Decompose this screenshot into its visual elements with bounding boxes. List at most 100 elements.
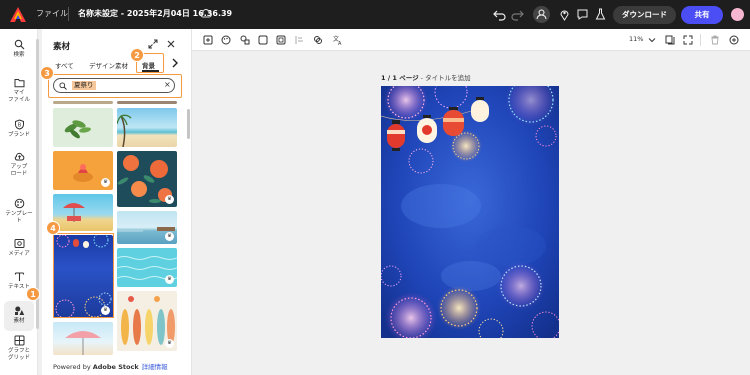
callout-badge-4: 4 — [46, 221, 60, 235]
share-button[interactable]: 共有 — [681, 6, 723, 24]
search-query: 夏祭り — [72, 81, 96, 90]
background-thumbnail[interactable]: ♛ — [117, 211, 177, 244]
layers-icon[interactable] — [313, 35, 323, 45]
background-thumbnail[interactable]: ♛ — [53, 151, 113, 190]
rail-label: テンプレー ト — [5, 211, 33, 224]
canvas-toolbar: 文A 11% — [192, 29, 750, 51]
upload-icon — [14, 152, 24, 161]
location-pin-icon[interactable] — [558, 8, 571, 21]
collaborator-icon[interactable] — [533, 6, 550, 23]
chevron-down-icon[interactable] — [648, 36, 656, 44]
top-bar: ファイル 名称未設定 - 2025年2月04日 16.36.39 ダウンロード … — [0, 0, 750, 29]
elements-icon — [14, 306, 24, 315]
add-frame-icon[interactable] — [203, 35, 213, 45]
rail-item-search[interactable]: 検索 — [0, 39, 38, 59]
premium-badge-icon: ♛ — [165, 232, 174, 241]
grid-icon — [14, 335, 24, 346]
brand-icon: B — [14, 119, 24, 130]
rail-label: 検索 — [13, 52, 25, 58]
background-thumbnail[interactable] — [117, 108, 177, 147]
rail-label: アップ ロード — [10, 164, 28, 177]
comment-icon[interactable] — [576, 8, 589, 21]
panel-footer: Powered by Adobe Stock 詳細情報 — [53, 361, 168, 371]
background-thumbnail[interactable] — [53, 322, 113, 355]
rail-item-upload[interactable]: アップ ロード — [0, 151, 38, 178]
callout-highlight — [53, 233, 114, 318]
premium-badge-icon: ♛ — [165, 275, 174, 284]
chevron-right-icon[interactable] — [171, 58, 179, 68]
divider — [700, 34, 701, 46]
adobe-stock-brand: Adobe Stock — [92, 363, 139, 371]
rail-item-templates[interactable]: テンプレー ト — [0, 198, 38, 225]
redo-icon[interactable] — [511, 8, 524, 21]
user-avatar[interactable] — [729, 6, 746, 23]
svg-text:B: B — [17, 123, 21, 129]
design-page[interactable] — [381, 86, 559, 338]
callout-badge-1: 1 — [26, 287, 40, 301]
background-thumbnail[interactable] — [117, 101, 177, 104]
rail-label: マイ ファイル — [7, 90, 30, 103]
close-icon[interactable] — [166, 39, 176, 49]
rail-item-brand[interactable]: B ブランド — [0, 119, 38, 139]
rail-label: ブランド — [7, 132, 30, 138]
rail-label: 素材 — [13, 318, 25, 324]
translate-icon[interactable]: 文A — [333, 35, 343, 45]
search-input[interactable]: 夏祭り × — [53, 78, 175, 93]
crop-icon[interactable] — [276, 35, 286, 45]
powered-by-text: Powered by — [53, 363, 93, 371]
premium-badge-icon: ♛ — [101, 178, 110, 187]
elements-panel: 素材 すべて デザイン素材 背景 夏祭り × ♛ ♛ ♛ ♛ ♛ ♛ Power… — [42, 29, 192, 375]
adobe-express-logo-icon[interactable] — [10, 7, 26, 22]
media-icon — [14, 239, 24, 248]
template-icon — [14, 198, 24, 209]
rail-label: メディア — [8, 251, 30, 257]
tab-all[interactable]: すべて — [55, 60, 74, 70]
panel-title: 素材 — [53, 42, 71, 52]
background-thumbnail[interactable]: ♛ — [117, 248, 177, 287]
shapes-icon[interactable] — [240, 35, 250, 45]
search-icon — [59, 82, 67, 90]
undo-icon[interactable] — [493, 8, 506, 21]
premium-badge-icon: ♛ — [165, 195, 174, 204]
rail-item-charts-grids[interactable]: グラフと グリッド — [0, 335, 38, 362]
add-page-icon[interactable] — [729, 35, 739, 45]
premium-badge-icon: ♛ — [165, 339, 174, 348]
page-number: 1 / 1 ページ — [381, 74, 419, 82]
divider — [68, 7, 69, 21]
callout-badge-3: 3 — [40, 66, 54, 80]
rectangle-icon[interactable] — [258, 35, 268, 45]
panel-scrollbar[interactable] — [187, 109, 190, 139]
pages-icon[interactable] — [665, 35, 675, 45]
background-thumbnail[interactable]: ♛ — [117, 291, 177, 351]
background-thumbnail[interactable] — [53, 194, 113, 231]
align-icon[interactable] — [295, 35, 305, 45]
callout-badge-2: 2 — [130, 48, 144, 62]
download-button[interactable]: ダウンロード — [613, 6, 676, 24]
files-menu[interactable]: ファイル — [36, 8, 68, 19]
text-icon — [14, 272, 24, 281]
fullscreen-icon[interactable] — [683, 35, 693, 45]
flask-icon[interactable] — [594, 8, 607, 21]
cloud-sync-icon[interactable] — [200, 8, 212, 20]
folder-icon — [14, 79, 24, 88]
rail-item-elements[interactable]: 素材 — [0, 301, 38, 331]
search-icon — [14, 39, 24, 50]
zoom-level[interactable]: 11% — [629, 35, 643, 43]
page-label[interactable]: 1 / 1 ページ - タイトルを追加 — [381, 72, 471, 82]
palette-icon[interactable] — [221, 35, 231, 45]
rail-scrollbar[interactable] — [36, 39, 39, 329]
svg-text:A: A — [338, 41, 342, 45]
trash-icon[interactable] — [710, 35, 720, 45]
background-thumbnail[interactable] — [53, 101, 113, 104]
rail-item-media[interactable]: メディア — [0, 238, 38, 258]
learn-more-link[interactable]: 詳細情報 — [142, 363, 168, 371]
rail-item-my-files[interactable]: マイ ファイル — [0, 77, 38, 104]
left-rail: 検索 マイ ファイル B ブランド アップ ロード テンプレー ト メディア テ… — [0, 29, 39, 375]
page-title-placeholder[interactable]: - タイトルを追加 — [421, 74, 471, 82]
clear-search-icon[interactable]: × — [164, 80, 171, 89]
tab-design-elements[interactable]: デザイン素材 — [89, 60, 128, 70]
background-thumbnail[interactable]: ♛ — [117, 151, 177, 207]
background-thumbnail[interactable] — [53, 108, 113, 147]
rail-label: グラフと グリッド — [7, 348, 30, 361]
expand-icon[interactable] — [148, 39, 158, 49]
